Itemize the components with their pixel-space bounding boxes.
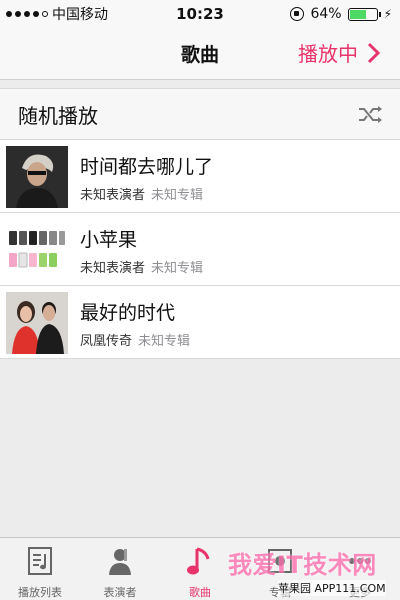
tab-label: 歌曲 bbox=[189, 586, 211, 599]
status-bar: 中国移动 10:23 64% ⚡ bbox=[0, 0, 400, 28]
charging-bolt-icon: ⚡ bbox=[383, 7, 392, 21]
song-meta: 凤凰传奇 未知专辑 bbox=[80, 330, 190, 349]
song-meta: 未知表演者 未知专辑 bbox=[80, 184, 203, 203]
chevron-right-icon bbox=[367, 42, 381, 63]
navigation-bar: 歌曲 播放中 bbox=[0, 28, 400, 80]
rotation-lock-icon bbox=[290, 7, 305, 21]
song-artist: 未知表演者 bbox=[80, 261, 146, 276]
now-playing-button[interactable]: 播放中 bbox=[298, 38, 386, 67]
song-artist: 凤凰传奇 bbox=[80, 334, 133, 349]
song-title: 时间都去哪儿了 bbox=[80, 156, 214, 178]
tab-label: 表演者 bbox=[103, 586, 137, 599]
tab-artists[interactable]: 表演者 bbox=[80, 538, 160, 600]
song-row-2[interactable]: 最好的时代 凤凰传奇 未知专辑 bbox=[0, 286, 400, 359]
tab-playlists[interactable]: 播放列表 bbox=[0, 538, 80, 600]
song-row-0[interactable]: 时间都去哪儿了 未知表演者 未知专辑 bbox=[0, 140, 400, 213]
song-title: 最好的时代 bbox=[80, 302, 176, 324]
song-row-1[interactable]: 小苹果 未知表演者 未知专辑 bbox=[0, 213, 400, 286]
song-meta: 未知表演者 未知专辑 bbox=[80, 257, 203, 276]
tab-label: 播放列表 bbox=[18, 586, 62, 599]
album-art-portrait bbox=[6, 146, 68, 208]
album-art-phones bbox=[6, 219, 68, 281]
shuffle-label: 随机播放 bbox=[18, 103, 98, 128]
song-album: 未知专辑 bbox=[138, 334, 191, 349]
song-list: 时间都去哪儿了 未知表演者 未知专辑 小苹果 未知表演者 未知专辑 最好的时代 … bbox=[0, 140, 400, 359]
watermark-text: 我爱IT技术网 bbox=[228, 551, 377, 579]
status-right: 64% ⚡ bbox=[290, 0, 392, 28]
now-playing-label: 播放中 bbox=[298, 42, 358, 66]
watermark-subtext: 苹果园 APP111.COM bbox=[278, 580, 386, 596]
artist-icon bbox=[109, 549, 131, 575]
shuffle-all-button[interactable]: 随机播放 bbox=[0, 88, 400, 140]
song-album: 未知专辑 bbox=[151, 261, 204, 276]
shuffle-icon bbox=[359, 106, 382, 123]
song-album: 未知专辑 bbox=[151, 188, 204, 203]
playlist-icon bbox=[28, 547, 52, 575]
song-title: 小苹果 bbox=[80, 229, 138, 251]
album-art-duo bbox=[6, 292, 68, 354]
battery-icon bbox=[347, 7, 381, 21]
music-note-icon bbox=[187, 547, 210, 575]
song-artist: 未知表演者 bbox=[80, 188, 146, 203]
battery-percent: 64% bbox=[310, 6, 342, 22]
